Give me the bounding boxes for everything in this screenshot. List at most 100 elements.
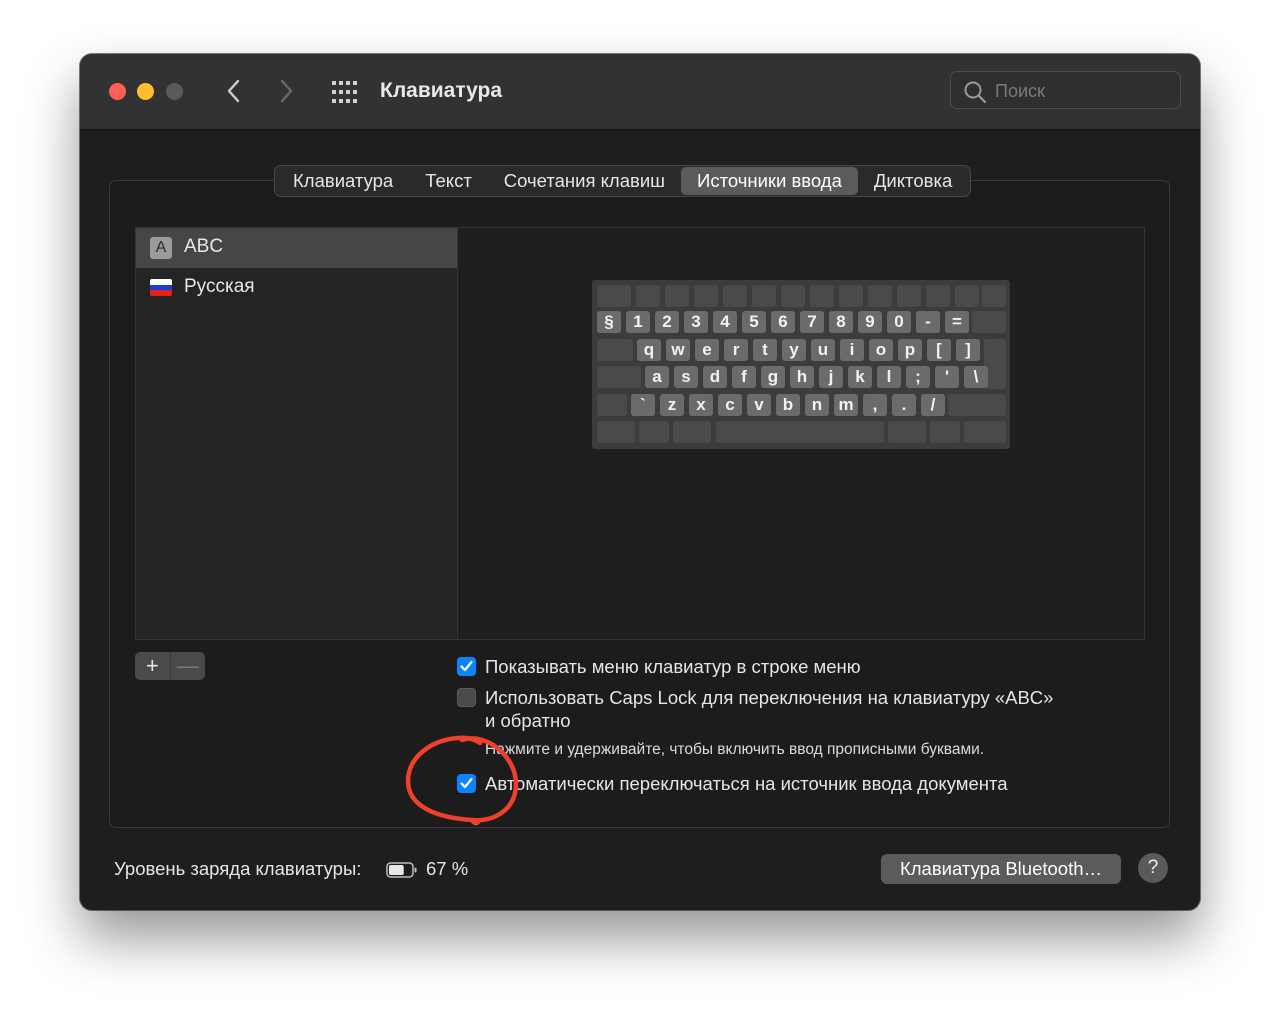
caps-lock-label-line2: и обратно xyxy=(485,710,571,731)
keyboard-key xyxy=(926,285,950,307)
keyboard-key xyxy=(723,285,747,307)
keyboard-key xyxy=(810,285,834,307)
keyboard-key: n xyxy=(805,394,829,416)
keyboard-key xyxy=(694,285,718,307)
tab-keyboard[interactable]: Клавиатура xyxy=(277,167,409,195)
keyboard-key: m xyxy=(834,394,858,416)
tab-text[interactable]: Текст xyxy=(409,167,488,195)
keyboard-key xyxy=(597,339,633,361)
auto-switch-checkbox[interactable] xyxy=(457,774,476,793)
keyboard-key: v xyxy=(747,394,771,416)
keyboard-key: 3 xyxy=(684,311,708,333)
keyboard-key xyxy=(597,285,631,307)
chevron-left-icon xyxy=(227,79,240,103)
keyboard-key xyxy=(868,285,892,307)
chevron-right-icon xyxy=(280,79,293,103)
keyboard-key: b xyxy=(776,394,800,416)
battery-level-value: 67 % xyxy=(426,858,469,879)
list-item-abc[interactable]: A ABC xyxy=(136,228,457,268)
keyboard-key: k xyxy=(848,366,872,388)
keyboard-key: c xyxy=(718,394,742,416)
show-menu-label: Показывать меню клавиатур в строке меню xyxy=(485,656,861,677)
keyboard-key: o xyxy=(869,339,893,361)
add-remove-control: + — xyxy=(135,652,205,680)
keyboard-key xyxy=(888,421,926,443)
keyboard-key: g xyxy=(761,366,785,388)
keyboard-key xyxy=(955,285,979,307)
keyboard-key xyxy=(665,285,689,307)
keyboard-key: ] xyxy=(956,339,980,361)
setup-bluetooth-keyboard-button[interactable]: Клавиатура Bluetooth… xyxy=(881,854,1121,884)
keyboard-key: 2 xyxy=(655,311,679,333)
add-source-button[interactable]: + xyxy=(135,652,170,680)
keyboard-key xyxy=(972,311,1006,333)
search-icon xyxy=(964,81,987,104)
keyboard-key: x xyxy=(689,394,713,416)
keyboard-key: y xyxy=(782,339,806,361)
keyboard-key xyxy=(597,366,641,388)
keyboard-key: f xyxy=(732,366,756,388)
auto-switch-label: Автоматически переключаться на источник … xyxy=(485,773,1008,794)
battery-level-label: Уровень заряда клавиатуры: xyxy=(114,858,362,879)
keyboard-key xyxy=(982,285,1006,307)
remove-source-button[interactable]: — xyxy=(169,652,206,680)
keyboard-key xyxy=(597,394,627,416)
keyboard-key: h xyxy=(790,366,814,388)
keyboard-key xyxy=(948,394,1006,416)
tab-bar: Клавиатура Текст Сочетания клавиш Источн… xyxy=(274,165,972,197)
back-button[interactable] xyxy=(219,76,249,106)
keyboard-key: / xyxy=(921,394,945,416)
keyboard-key: ; xyxy=(906,366,930,388)
keyboard-key xyxy=(839,285,863,307)
tab-shortcuts[interactable]: Сочетания клавиш xyxy=(488,167,681,195)
keyboard-key xyxy=(673,421,711,443)
keyboard-key: . xyxy=(892,394,916,416)
search-input[interactable] xyxy=(993,78,1167,104)
keyboard-key: 9 xyxy=(858,311,882,333)
list-item-label: ABC xyxy=(184,236,224,257)
show-menu-checkbox[interactable] xyxy=(457,657,476,676)
keyboard-key xyxy=(752,285,776,307)
keyboard-key: u xyxy=(811,339,835,361)
keyboard-key: 4 xyxy=(713,311,737,333)
tab-input-sources[interactable]: Источники ввода xyxy=(681,167,858,195)
battery-icon xyxy=(386,862,417,878)
preferences-window: Клавиатура Клавиатура Текст Сочетания кл… xyxy=(80,54,1200,910)
keyboard-key: r xyxy=(724,339,748,361)
keyboard-key: e xyxy=(695,339,719,361)
keyboard-key: s xyxy=(674,366,698,388)
keyboard-key xyxy=(597,421,635,443)
checkmark-icon xyxy=(460,777,473,789)
zoom-button[interactable] xyxy=(166,83,183,100)
keyboard-key: \ xyxy=(964,366,988,388)
keyboard-key: q xyxy=(637,339,661,361)
tab-dictation[interactable]: Диктовка xyxy=(858,167,968,195)
keyboard-key: - xyxy=(916,311,940,333)
close-button[interactable] xyxy=(109,83,126,100)
window-title: Клавиатура xyxy=(380,79,503,102)
keyboard-key: j xyxy=(819,366,843,388)
keyboard-key xyxy=(930,421,960,443)
keyboard-key xyxy=(639,421,669,443)
caps-lock-checkbox[interactable] xyxy=(457,688,476,707)
input-sources-list: A ABC Русская xyxy=(135,227,457,640)
keyboard-key xyxy=(781,285,805,307)
keyboard-key: d xyxy=(703,366,727,388)
keyboard-key: [ xyxy=(927,339,951,361)
minimize-button[interactable] xyxy=(137,83,154,100)
help-button[interactable]: ? xyxy=(1138,853,1168,883)
caps-lock-label-line1: Использовать Caps Lock для переключения … xyxy=(485,687,1054,708)
caps-lock-hint: Нажмите и удерживайте, чтобы включить вв… xyxy=(485,741,985,758)
keyboard-key: 0 xyxy=(887,311,911,333)
keyboard-key: , xyxy=(863,394,887,416)
show-all-grid-icon[interactable] xyxy=(330,80,360,104)
keyboard-key: = xyxy=(945,311,969,333)
forward-button[interactable] xyxy=(271,76,301,106)
keyboard-key: p xyxy=(898,339,922,361)
keyboard-key: l xyxy=(877,366,901,388)
abc-input-icon: A xyxy=(150,237,172,259)
keyboard-key: z xyxy=(660,394,684,416)
search-field[interactable] xyxy=(950,71,1181,109)
keyboard-key: § xyxy=(597,311,621,333)
list-item-russian[interactable]: Русская xyxy=(136,268,457,308)
